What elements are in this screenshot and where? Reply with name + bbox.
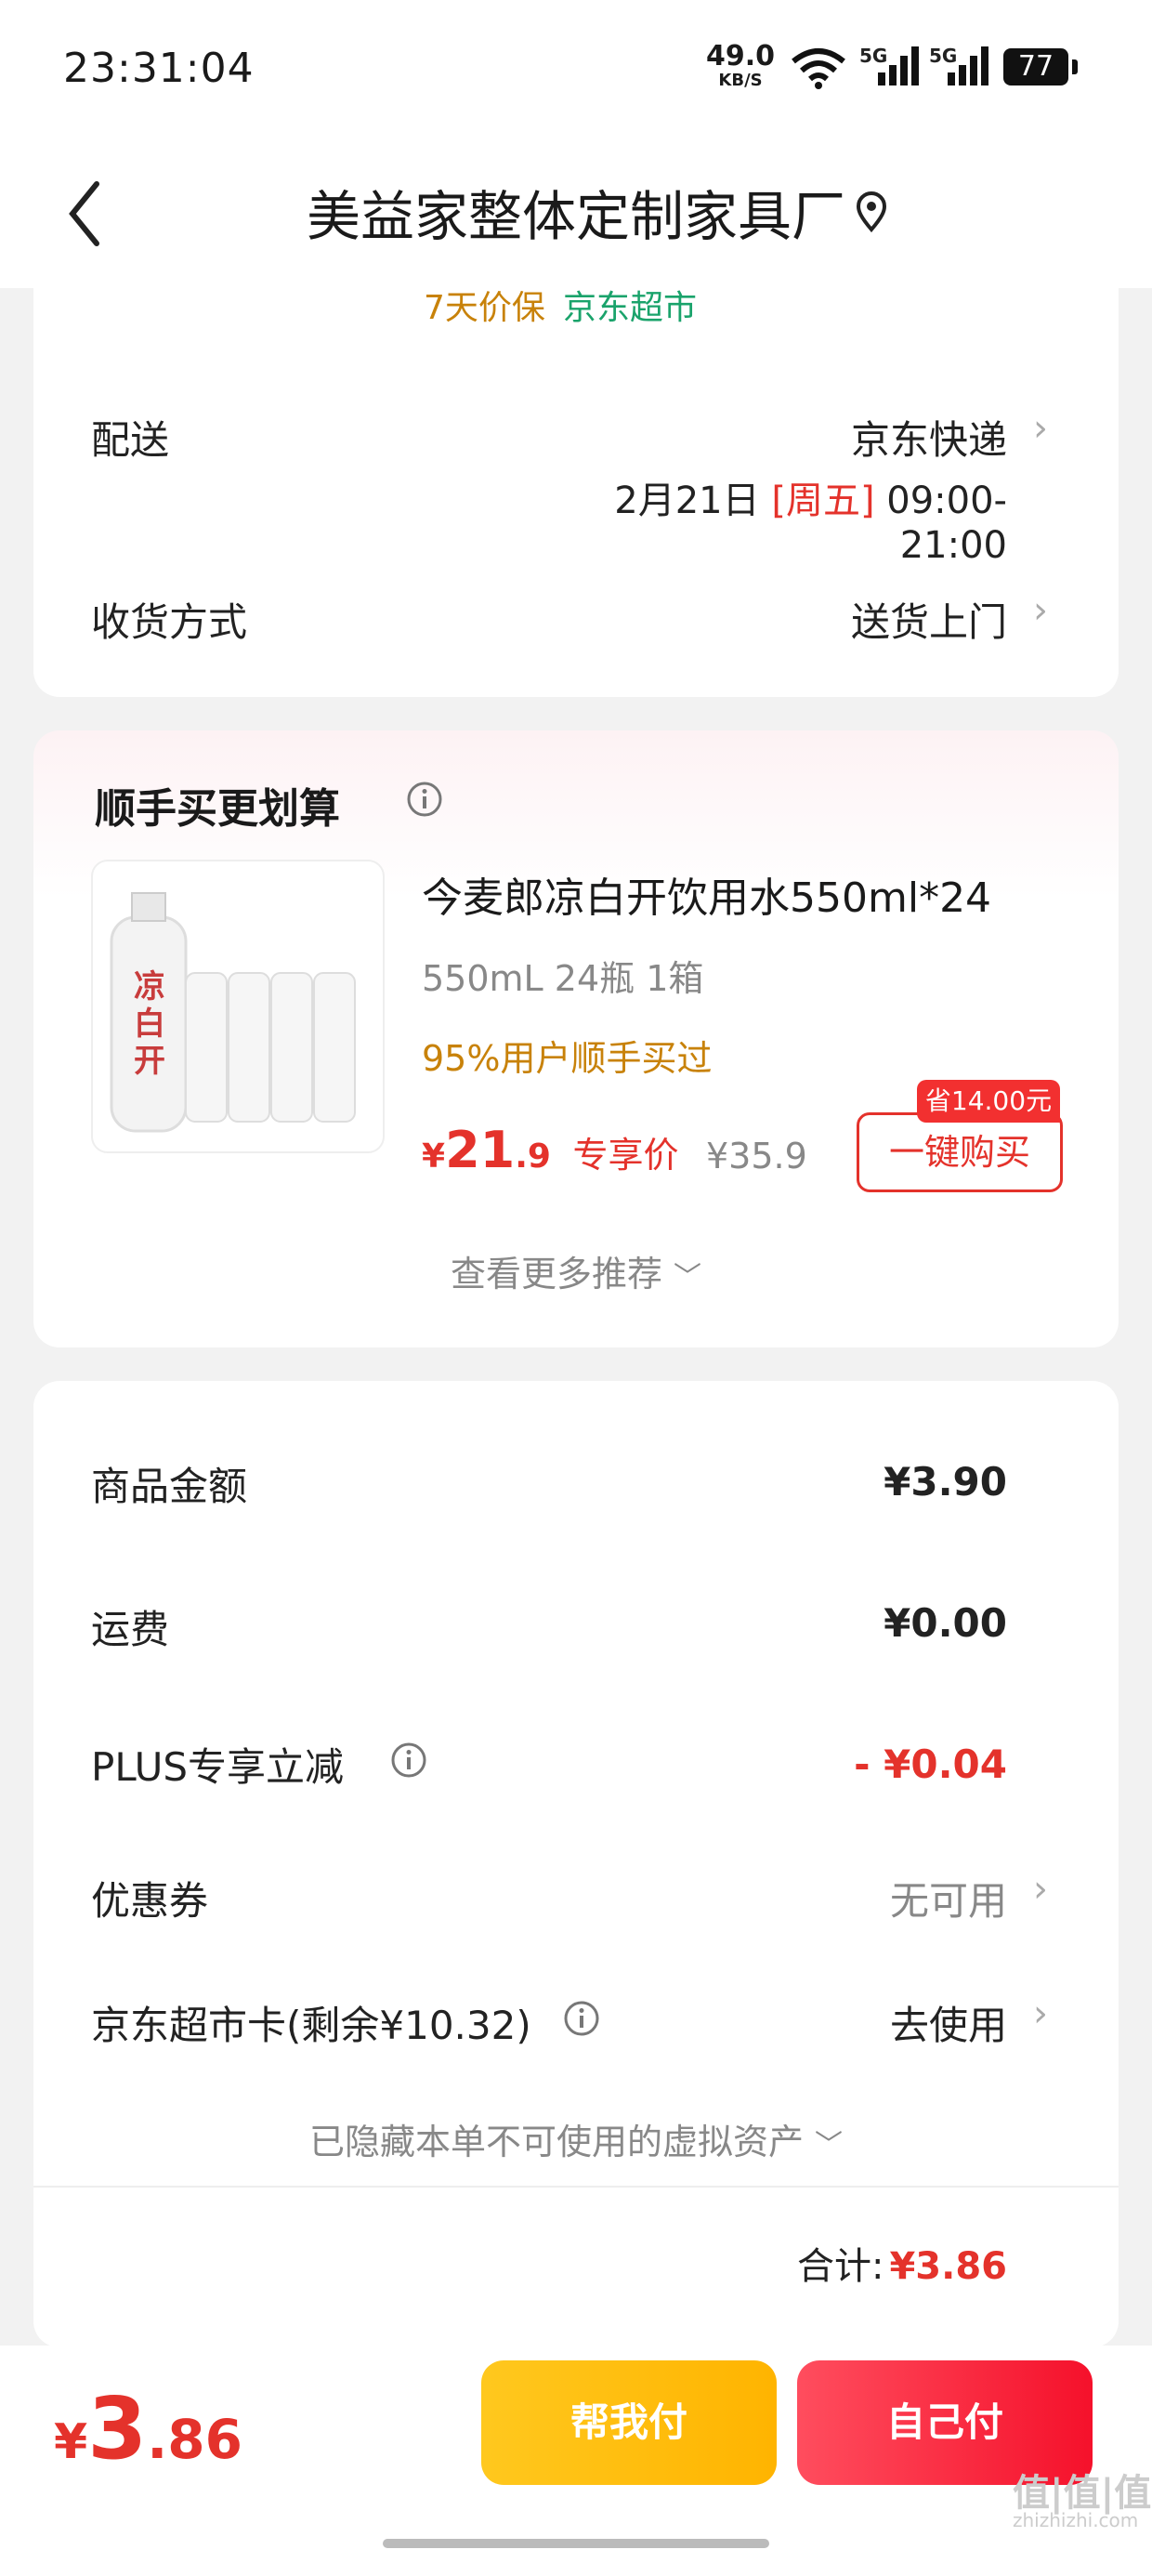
receive-label: 收货方式 (91, 599, 248, 645)
delivery-time[interactable]: 2月21日 [周五] 09:00-21:00 (520, 470, 1007, 567)
chevron-right-icon[interactable]: › (1033, 589, 1048, 632)
product-name[interactable]: 今麦郎凉白开饮用水550ml*24 (422, 864, 991, 924)
location-icon[interactable] (855, 191, 888, 233)
info-icon[interactable] (563, 2000, 600, 2037)
battery-icon: 77 (1003, 48, 1078, 85)
home-indicator[interactable] (383, 2539, 769, 2548)
product-price: ¥21.9 专享价 (422, 1121, 679, 1179)
divider (33, 2186, 1119, 2188)
product-spec: 550mL 24瓶 1箱 (422, 958, 704, 999)
one-click-buy-button[interactable]: 一键购买 (857, 1112, 1063, 1192)
delivery-carrier[interactable]: 京东快递 (650, 409, 1007, 466)
page-title: 美益家整体定制家具厂 (306, 185, 845, 248)
summary-card (33, 1381, 1119, 2347)
chevron-right-icon[interactable]: › (1033, 1992, 1048, 2035)
goods-amount-label: 商品金额 (91, 1464, 248, 1509)
chevron-down-icon: ﹀ (815, 2129, 844, 2162)
coupon-value[interactable]: 无可用 (743, 1870, 1007, 1926)
more-recommendations-link[interactable]: 查看更多推荐 ﹀ (0, 1245, 1152, 1296)
goods-amount-value: ¥3.90 (884, 1459, 1007, 1505)
info-icon[interactable] (390, 1741, 427, 1779)
status-time: 23:31:04 (63, 45, 255, 92)
help-me-pay-button[interactable]: 帮我付 (481, 2360, 777, 2485)
network-speed: 49.0 KB/S (706, 40, 776, 91)
save-badge: 省14.00元 (917, 1080, 1060, 1123)
chevron-down-icon: ﹀ (674, 1261, 702, 1294)
hidden-assets-toggle[interactable]: 已隐藏本单不可使用的虚拟资产 ﹀ (0, 2113, 1152, 2164)
supermarket-card-label: 京东超市卡(剩余¥10.32) (91, 2003, 531, 2048)
supermarket-card-value[interactable]: 去使用 (743, 1994, 1007, 2051)
addon-title: 顺手买更划算 (95, 785, 340, 833)
coupon-label: 优惠券 (91, 1878, 209, 1924)
shipping-value: ¥0.00 (884, 1600, 1007, 1646)
signal-icon-2: 5G (929, 45, 990, 91)
chevron-right-icon[interactable]: › (1033, 1868, 1048, 1911)
product-image[interactable]: 凉白开 (91, 860, 385, 1153)
payable-amount: ¥3.86 (54, 2379, 242, 2478)
chevron-right-icon[interactable]: › (1033, 407, 1048, 450)
order-total: 合计: ¥3.86 (796, 2245, 1007, 2288)
wifi-icon (792, 48, 845, 89)
shipping-label: 运费 (91, 1607, 170, 1652)
receive-value[interactable]: 送货上门 (650, 591, 1007, 648)
plus-discount-label: PLUS专享立减 (91, 1744, 345, 1790)
original-price: ¥35.9 (706, 1136, 807, 1176)
info-icon[interactable] (406, 781, 443, 818)
delivery-label: 配送 (91, 417, 170, 463)
watermark-url: zhizhizhi.com (1013, 2509, 1139, 2531)
signal-icon: 5G (859, 45, 921, 91)
product-social-proof: 95%用户顺手买过 (422, 1038, 713, 1079)
supermarket-tag: 京东超市 (563, 289, 698, 327)
plus-discount-value: - ¥0.04 (854, 1741, 1007, 1787)
price-protect-tag: 7天价保 (424, 289, 545, 327)
